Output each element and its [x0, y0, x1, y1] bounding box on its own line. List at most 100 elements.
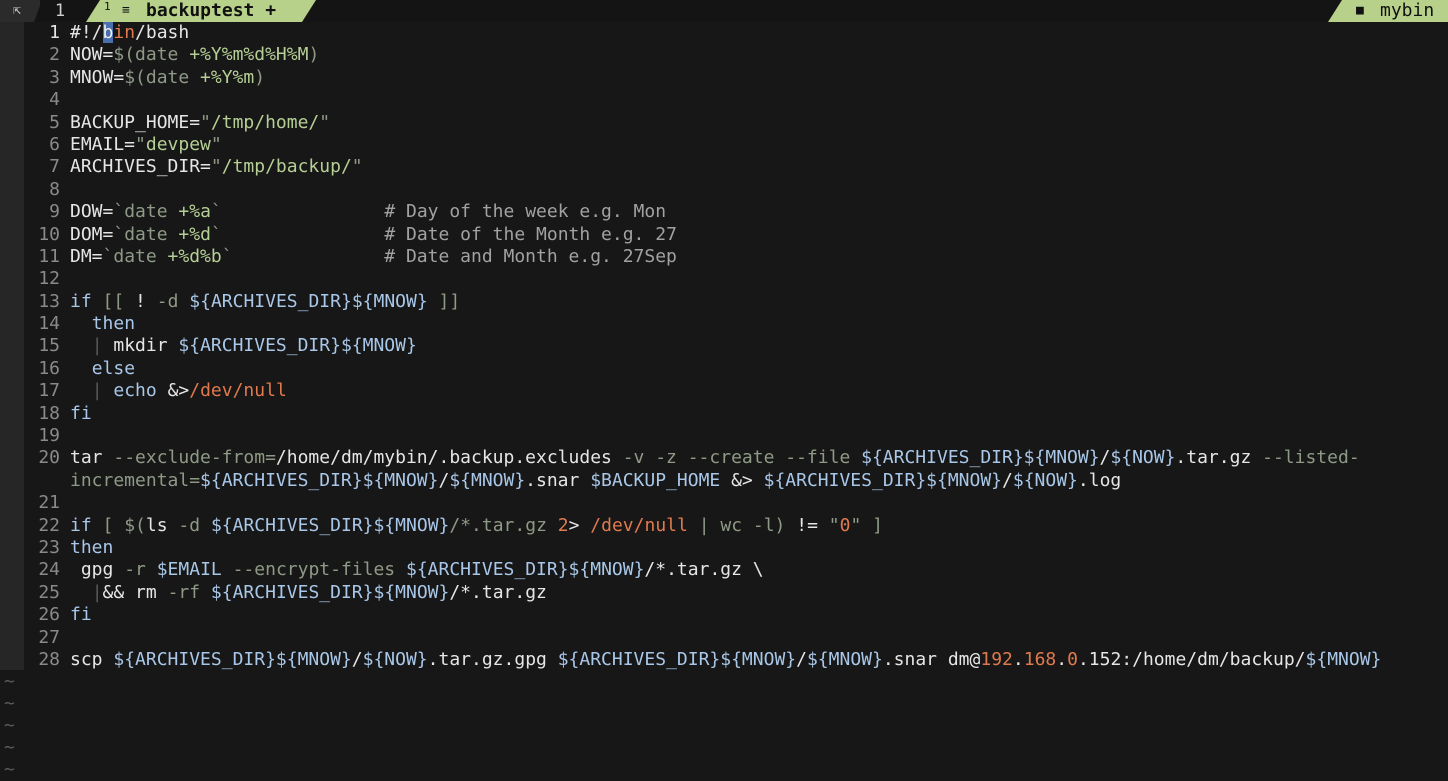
code-token: +%d: [178, 223, 211, 245]
code-token: .snar dm@: [882, 648, 981, 670]
code-line[interactable]: 27: [0, 627, 1448, 649]
code-token: ${ARCHIVES_DIR}${MNOW}: [210, 581, 450, 603]
code-line[interactable]: 1 #!/bin/bash: [0, 22, 1448, 44]
code-line[interactable]: 5 BACKUP_HOME="/tmp/home/": [0, 112, 1448, 134]
code-text[interactable]: BACKUP_HOME="/tmp/home/": [70, 112, 330, 134]
code-line[interactable]: 16 else: [0, 358, 1448, 380]
code-token: $(date: [113, 44, 190, 66]
line-number: 6: [49, 133, 60, 155]
code-text[interactable]: | mkdir ${ARCHIVES_DIR}${MNOW}: [70, 335, 417, 357]
code-line[interactable]: 6 EMAIL="devpew": [0, 134, 1448, 156]
line-number: 27: [38, 626, 60, 648]
code-line[interactable]: 17 | echo &>/dev/null: [0, 380, 1448, 402]
code-token: +%a: [178, 201, 211, 223]
code-text[interactable]: | echo &>/dev/null: [70, 380, 287, 402]
code-line[interactable]: 22 if [ $(ls -d ${ARCHIVES_DIR}${MNOW}/*.…: [0, 515, 1448, 537]
code-text[interactable]: |&& rm -rf ${ARCHIVES_DIR}${MNOW}/*.tar.…: [70, 582, 547, 604]
code-text[interactable]: DOM=`date +%d` # Date of the Month e.g. …: [70, 224, 677, 246]
code-text[interactable]: fi: [70, 604, 92, 626]
code-line[interactable]: 18 fi: [0, 403, 1448, 425]
editor-buffer[interactable]: 1 #!/bin/bash 2 NOW=$(date +%Y%m%d%H%M) 3 MNO…: [0, 22, 1448, 781]
line-number: 8: [49, 178, 60, 200]
line-number: 11: [38, 245, 60, 267]
code-text[interactable]: then: [70, 313, 135, 335]
code-line[interactable]: 15 | mkdir ${ARCHIVES_DIR}${MNOW}: [0, 335, 1448, 357]
code-line[interactable]: 2 NOW=$(date +%Y%m%d%H%M): [0, 44, 1448, 66]
code-line[interactable]: 28 scp ${ARCHIVES_DIR}${MNOW}/${NOW}.tar.…: [0, 649, 1448, 671]
code-token: /*.tar.gz: [449, 514, 547, 536]
code-token: gpg: [70, 559, 125, 581]
code-text[interactable]: DM=`date +%d%b` # Date and Month e.g. 27…: [70, 246, 677, 268]
line-number: 17: [38, 380, 60, 402]
code-token: --exclude-from=: [113, 447, 276, 469]
cwd-label: mybin: [1380, 0, 1435, 21]
code-line[interactable]: 10 DOM=`date +%d` # Date of the Month e.g…: [0, 224, 1448, 246]
code-token: ": [828, 514, 840, 536]
code-text[interactable]: incremental=${ARCHIVES_DIR}${MNOW}/${MNO…: [70, 470, 1121, 492]
code-line[interactable]: 4: [0, 89, 1448, 111]
code-token: ": [351, 156, 363, 178]
code-token: ${NOW}: [1110, 447, 1176, 469]
line-number: 14: [38, 313, 60, 335]
code-text[interactable]: if [[ ! -d ${ARCHIVES_DIR}${MNOW} ]]: [70, 291, 460, 313]
code-line[interactable]: 23 then: [0, 537, 1448, 559]
tab-backuptest[interactable]: 1 ≡ backuptest +: [86, 0, 316, 22]
code-token: ls: [145, 514, 179, 536]
code-text[interactable]: fi: [70, 403, 92, 425]
code-text[interactable]: else: [70, 358, 135, 380]
line-number: 22: [38, 514, 60, 536]
code-line[interactable]: 25 |&& rm -rf ${ARCHIVES_DIR}${MNOW}/*.t…: [0, 582, 1448, 604]
code-text[interactable]: then: [70, 537, 113, 559]
code-line[interactable]: 8: [0, 179, 1448, 201]
folder-icon: ■: [1356, 3, 1364, 18]
code-text[interactable]: NOW=$(date +%Y%m%d%H%M): [70, 44, 319, 66]
code-text[interactable]: #!/bin/bash: [70, 22, 189, 44]
code-text[interactable]: DOW=`date +%a` # Day of the week e.g. Mo…: [70, 201, 666, 223]
code-token: |: [91, 335, 103, 357]
code-line[interactable]: 3 MNOW=$(date +%Y%m): [0, 67, 1448, 89]
code-line[interactable]: incremental=${ARCHIVES_DIR}${MNOW}/${MNO…: [0, 470, 1448, 492]
code-token: &>: [156, 380, 190, 402]
code-line[interactable]: 24 gpg -r $EMAIL --encrypt-files ${ARCHI…: [0, 559, 1448, 581]
code-token: /tmp/backup/: [221, 156, 352, 178]
code-text[interactable]: gpg -r $EMAIL --encrypt-files ${ARCHIVES…: [70, 559, 764, 581]
line-number: 3: [49, 66, 60, 88]
code-line[interactable]: 7 ARCHIVES_DIR="/tmp/backup/": [0, 156, 1448, 178]
code-line[interactable]: 13 if [[ ! -d ${ARCHIVES_DIR}${MNOW} ]]: [0, 291, 1448, 313]
code-text[interactable]: EMAIL="devpew": [70, 134, 222, 156]
tab-count[interactable]: 1: [40, 0, 80, 22]
code-line[interactable]: 19: [0, 425, 1448, 447]
cwd-indicator[interactable]: ■ mybin: [1328, 0, 1448, 22]
line-number: 13: [38, 290, 60, 312]
code-token: scp: [70, 648, 114, 670]
code-token: ${ARCHIVES_DIR}${MNOW}: [210, 514, 450, 536]
code-token: #!/: [70, 22, 103, 43]
buffer-icon[interactable]: ⇱: [0, 0, 34, 22]
code-text[interactable]: MNOW=$(date +%Y%m): [70, 67, 265, 89]
code-token: .snar: [525, 469, 591, 491]
code-text[interactable]: if [ $(ls -d ${ARCHIVES_DIR}${MNOW}/*.ta…: [70, 515, 883, 537]
code-text[interactable]: tar --exclude-from=/home/dm/mybin/.backu…: [70, 447, 1360, 469]
code-line[interactable]: 11 DM=`date +%d%b` # Date and Month e.g. …: [0, 246, 1448, 268]
code-token: 0: [839, 514, 851, 536]
code-line[interactable]: 26 fi: [0, 604, 1448, 626]
code-token: incremental=: [70, 469, 201, 491]
code-text[interactable]: ARCHIVES_DIR="/tmp/backup/": [70, 156, 363, 178]
code-line[interactable]: 9 DOW=`date +%a` # Day of the week e.g. M…: [0, 201, 1448, 223]
code-text[interactable]: scp ${ARCHIVES_DIR}${MNOW}/${NOW}.tar.gz…: [70, 649, 1381, 671]
code-token: [[: [102, 290, 125, 312]
code-line[interactable]: 12: [0, 268, 1448, 290]
code-token: /: [1099, 447, 1111, 469]
code-token: if: [70, 514, 92, 536]
line-number: 12: [38, 268, 60, 290]
code-line[interactable]: 21: [0, 492, 1448, 514]
code-line[interactable]: 14 then: [0, 313, 1448, 335]
code-line[interactable]: 20 tar --exclude-from=/home/dm/mybin/.bac…: [0, 447, 1448, 469]
code-token: then: [91, 313, 136, 335]
code-token: /: [1002, 469, 1013, 491]
code-token: DM=: [70, 245, 103, 267]
